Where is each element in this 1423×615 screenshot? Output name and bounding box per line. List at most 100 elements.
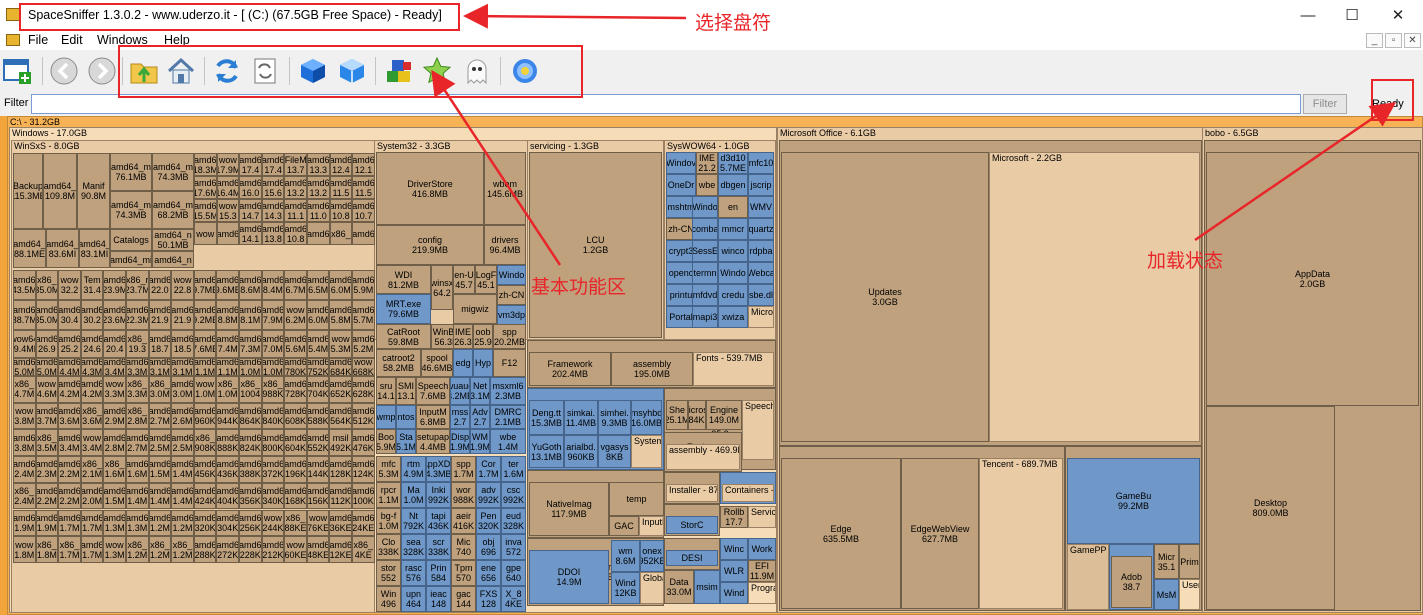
treemap-item-small[interactable]: amd6 6.0M <box>329 270 352 300</box>
treemap-item-small[interactable]: amd6 3.4M <box>103 358 126 376</box>
treemap-item-small[interactable]: wow 244K <box>261 509 285 537</box>
treemap-item-small[interactable]: amd6 5.6M <box>284 330 307 358</box>
treemap-item-small[interactable]: x86_ 19.3 <box>126 330 149 358</box>
treemap-item-small[interactable]: amd6 1.5M <box>103 482 126 510</box>
treemap-item-ime[interactable]: IME 21.2 <box>696 152 718 174</box>
treemap-item-wlr[interactable]: WLR <box>720 560 748 582</box>
treemap-item-small[interactable]: amd6 196K <box>284 456 307 483</box>
treemap-item-dbgen[interactable]: dbgen <box>718 174 748 196</box>
treemap-item-prim[interactable]: Prim <box>1179 544 1200 579</box>
treemap-item-logf[interactable]: LogF 45.1 <box>475 265 497 294</box>
treemap-item-oob[interactable]: oob 25.9 <box>473 324 493 349</box>
treemap-item-small[interactable]: amd6 22.3M <box>126 300 149 330</box>
treemap-item-small[interactable]: wow 1.3M <box>103 536 126 563</box>
treemap-item-smi[interactable]: SMI 13.1 <box>396 377 416 405</box>
treemap-item-config[interactable]: config 219.9MB <box>376 225 484 265</box>
treemap-item-amd64[interactable]: amd64_ 83.6MI <box>46 229 79 268</box>
treemap-item-small[interactable]: amd6 20.4 <box>103 330 126 358</box>
treemap-item-amd64[interactable]: amd64_ 83.1MI <box>79 229 110 268</box>
treemap-item-microso[interactable]: Microso 384KB <box>688 400 706 430</box>
treemap-item-small[interactable]: amd6 10.8 <box>329 199 353 222</box>
minimize-button[interactable]: — <box>1296 6 1320 26</box>
treemap-item-small[interactable]: amd6 5.2M <box>352 330 375 358</box>
treemap-item-backup[interactable]: Backup 115.3MB <box>13 153 43 229</box>
treemap-item-simhei[interactable]: simhei. 9.3MB <box>598 400 631 435</box>
treemap-item-small[interactable]: amd6 2.5M <box>148 429 172 457</box>
treemap-folder-microsoft-net[interactable]: Microsoft.NET - 616.3MB <box>748 306 774 328</box>
treemap-item-small[interactable]: aeir 416K <box>451 508 476 534</box>
treemap-item-adv[interactable]: Adv 2.7 <box>470 405 490 429</box>
treemap-item-small[interactable]: amd6 14.7 <box>239 199 262 222</box>
treemap-item-small[interactable]: amd6 1.1M <box>216 358 239 376</box>
treemap-item-small[interactable]: amd6 800K <box>261 429 285 457</box>
treemap-item-small[interactable]: amd6 2.5M <box>171 429 194 457</box>
treemap-item-ime[interactable]: IME 26.3 <box>453 324 473 349</box>
treemap-item-msxml6[interactable]: msxml6 2.3MB <box>490 377 526 405</box>
treemap-folder-installer[interactable]: Installer - 87 <box>666 484 718 502</box>
treemap-item-small[interactable]: amd6 3.3M <box>126 358 149 376</box>
treemap-item-small[interactable]: amd6 3.1M <box>171 358 194 376</box>
treemap-item-small[interactable]: ieac 148 <box>426 586 451 612</box>
treemap-item-small[interactable]: x86_ 2.4M <box>13 482 36 510</box>
treemap-item-desi[interactable]: DESI <box>666 550 718 566</box>
treemap-item-small[interactable]: x86_ 2.1M <box>80 456 104 483</box>
treemap-item-assembly[interactable]: assembly 195.0MB <box>611 352 693 386</box>
treemap-item-small[interactable]: Nt 792K <box>401 508 426 534</box>
treemap-item-small[interactable]: amd6 3.7M <box>35 402 59 430</box>
treemap-item-small[interactable]: x86_ 3.6M <box>80 402 104 430</box>
treemap-item-speech[interactable]: Speech 7.6MB <box>416 377 450 405</box>
treemap-item-small[interactable]: amd6 824K <box>239 429 262 457</box>
treemap-item-en[interactable]: en <box>718 196 748 218</box>
treemap-item-migwiz[interactable]: migwiz <box>453 294 497 324</box>
treemap-item-deng-tt[interactable]: Deng.tt 15.3MB <box>529 400 564 435</box>
treemap-item-small[interactable]: amd6 1.3M <box>103 509 126 537</box>
treemap-item-edgewebview[interactable]: EdgeWebView 627.7MB <box>901 458 979 609</box>
treemap-item-nativeimag[interactable]: NativeImag 117.9MB <box>529 482 609 536</box>
treemap-folder-assembly[interactable]: assembly - 469.9MB <box>666 444 740 470</box>
treemap-item-small[interactable]: amd6 <box>307 222 330 245</box>
treemap-item-small[interactable]: amd6 1.9M <box>13 509 36 537</box>
treemap-item-small[interactable]: amd6 7.6MB <box>193 330 217 358</box>
treemap-item-wind[interactable]: Wind <box>720 582 748 604</box>
treemap-folder-serviceprofiles[interactable]: ServiceProfiles - 282 <box>748 506 776 528</box>
close-button[interactable]: ✕ <box>1386 6 1410 26</box>
treemap-item-small[interactable]: amd6 7.4M <box>216 330 239 358</box>
ghost-icon[interactable] <box>462 56 492 86</box>
treemap-item-small[interactable]: amd6 1.5M <box>148 456 172 483</box>
treemap-item-driverstore[interactable]: DriverStore 416.8MB <box>376 152 484 225</box>
back-icon[interactable] <box>49 56 79 86</box>
treemap-item-small[interactable]: amd6 11.0 <box>307 199 330 222</box>
filter-button[interactable]: Filter <box>1303 94 1347 114</box>
treemap-item-small[interactable]: amd6 15.6 <box>261 176 285 199</box>
treemap-item-winco[interactable]: winco <box>718 240 748 262</box>
treemap-item-small[interactable]: wow 3.4M <box>80 429 104 457</box>
treemap-item-small[interactable]: amd6 1.0M <box>261 358 285 376</box>
treemap-item-small[interactable]: amd6 388K <box>239 456 262 483</box>
treemap-item-small[interactable]: wow 6.2M <box>284 300 307 330</box>
treemap-item-jscrip[interactable]: jscrip <box>748 174 774 196</box>
treemap-item-small[interactable]: amd6 356K <box>239 482 262 510</box>
treemap-item-small[interactable]: amd6 6.0M <box>306 300 330 330</box>
treemap-item-mrt-exe[interactable]: MRT.exe 79.6MB <box>376 294 431 324</box>
treemap-item-ddoi[interactable]: DDOI 14.9M <box>529 550 609 604</box>
treemap-item-wind[interactable]: Wind 12KB <box>611 572 640 604</box>
treemap-item-sbe-dl[interactable]: sbe.dl <box>748 284 774 306</box>
treemap-item-engine[interactable]: Engine 149.0M <box>706 400 742 430</box>
treemap-item-arialbd[interactable]: arialbd. 960KB <box>564 435 598 468</box>
treemap-item-small[interactable]: amd6 2.0M <box>80 482 104 510</box>
treemap-item-small[interactable]: amd6 12.1 <box>352 153 375 176</box>
treemap-item-gac[interactable]: GAC <box>609 516 639 536</box>
treemap-item-small[interactable]: amd6 8.4M <box>261 270 285 300</box>
treemap-item-desktop[interactable]: Desktop 809.0MB <box>1206 406 1335 610</box>
treemap-item-small[interactable]: wow 1.8M <box>13 536 36 563</box>
menu-help[interactable]: Help <box>164 33 190 47</box>
treemap-item-small[interactable]: amd6 18.7 <box>148 330 172 358</box>
menu-windows[interactable]: Windows <box>97 33 148 47</box>
treemap-item-yugoth[interactable]: YuGoth 13.1MB <box>529 435 564 468</box>
treemap-item-small[interactable]: amd6 43.5M <box>13 270 36 300</box>
cube-icon[interactable] <box>298 56 328 86</box>
treemap-item-small[interactable]: amd6 23.9M <box>103 270 126 300</box>
treemap-item-small[interactable]: amd6 840K <box>261 402 285 430</box>
treemap-item-small[interactable]: amd6 888K <box>216 429 239 457</box>
treemap-item-wbe[interactable]: wbe 1.4M <box>490 429 526 454</box>
